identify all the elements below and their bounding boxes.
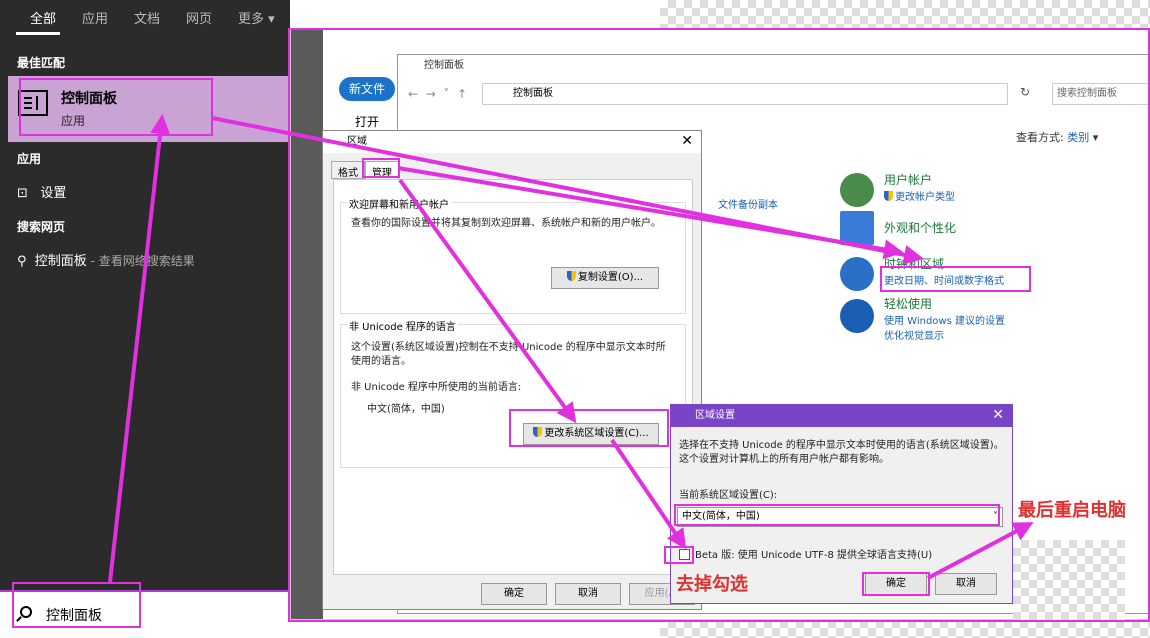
tab-more-label: 更多 <box>238 12 265 27</box>
web-item-suffix: - 查看网络搜索结果 <box>86 254 195 268</box>
tab-more[interactable]: 更多 ▾ <box>238 8 275 27</box>
best-match-label: 最佳匹配 <box>17 56 66 70</box>
annotation-restart: 最后重启电脑 <box>1018 500 1126 521</box>
tab-apps[interactable]: 应用 <box>82 8 108 27</box>
settings-label: 设置 <box>40 186 67 201</box>
web-search-item[interactable]: ⚲ 控制面板 - 查看网络搜索结果 <box>17 250 195 269</box>
settings-icon: ⊡ <box>17 186 28 201</box>
tab-underline <box>16 32 60 35</box>
tab-web[interactable]: 网页 <box>186 8 212 27</box>
transparent-background-bottom <box>660 620 1150 638</box>
apps-label: 应用 <box>17 152 42 166</box>
annotation-uncheck: 去掉勾选 <box>676 574 748 595</box>
tab-all[interactable]: 全部 <box>30 8 56 27</box>
start-tabs: 全部 应用 文档 网页 更多 ▾ <box>0 0 290 36</box>
transparent-background-top <box>660 0 1150 28</box>
web-item-label: 控制面板 <box>34 254 87 269</box>
highlight-explorer <box>288 28 1150 622</box>
search-icon: ⚲ <box>17 254 27 269</box>
settings-item[interactable]: ⊡ 设置 <box>17 182 66 201</box>
tab-docs[interactable]: 文档 <box>134 8 160 27</box>
web-label: 搜索网页 <box>17 220 66 234</box>
highlight-search-box <box>12 582 141 628</box>
highlight-best-match <box>19 78 213 136</box>
